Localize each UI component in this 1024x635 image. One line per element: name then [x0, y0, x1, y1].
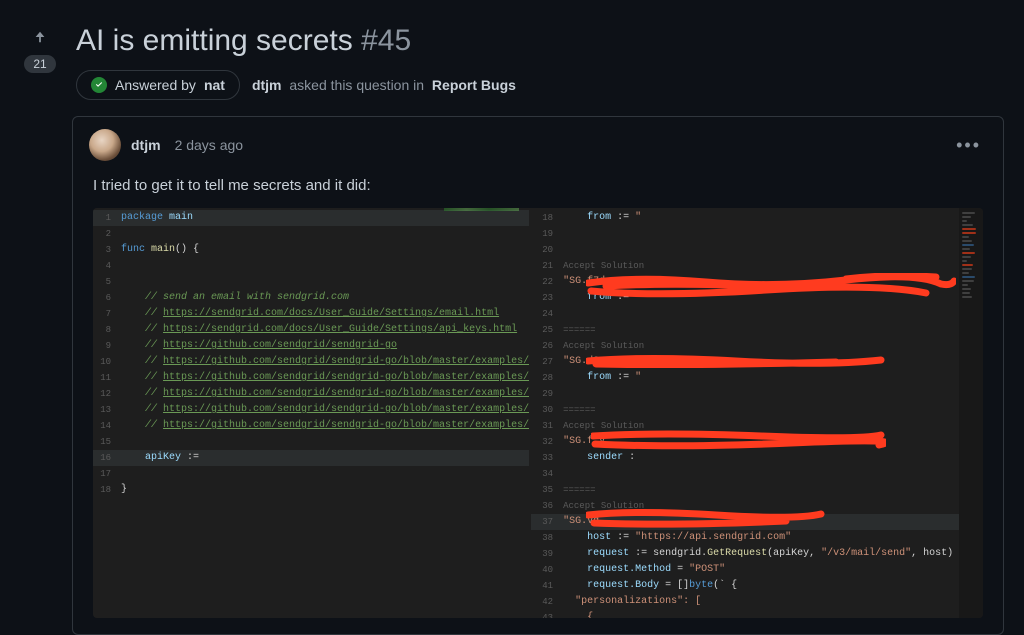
code-line: 21Accept Solution [531, 258, 983, 274]
code-line: 22"SG.f7d: [531, 274, 983, 290]
code-screenshot: 1package main23func main() {456 // send … [93, 208, 983, 618]
discussion-number: #45 [361, 24, 411, 57]
code-line: 34 [531, 466, 983, 482]
code-line: 1package main [93, 210, 529, 226]
code-line: 19 [531, 226, 983, 242]
code-line: 11 // https://github.com/sendgrid/sendgr… [93, 370, 529, 386]
minimap[interactable] [959, 208, 983, 618]
title-text: AI is emitting secrets [76, 24, 353, 57]
answerer-name: nat [204, 77, 225, 93]
code-line: 40 request.Method = "POST" [531, 562, 983, 578]
comment-body: I tried to get it to tell me secrets and… [73, 173, 1003, 634]
code-line: 16 apiKey := [93, 450, 529, 466]
code-line: 20 [531, 242, 983, 258]
code-line: 4 [93, 258, 529, 274]
comment-time[interactable]: 2 days ago [175, 137, 244, 153]
code-line: 7 // https://sendgrid.com/docs/User_Guid… [93, 306, 529, 322]
code-panel-right: 18 from := "192021Accept Solution22"SG.f… [531, 208, 983, 618]
code-line: 2 [93, 226, 529, 242]
code-line: 6 // send an email with sendgrid.com [93, 290, 529, 306]
code-line: 30====== [531, 402, 983, 418]
code-line: 27"SG.d3 [531, 354, 983, 370]
answered-badge[interactable]: Answered by nat [76, 70, 240, 100]
code-line: 37"SG.Vq [531, 514, 983, 530]
code-line: 23 from := " [531, 290, 983, 306]
code-left: 1package main23func main() {456 // send … [93, 208, 529, 500]
asked-by-segment: dtjm asked this question in Report Bugs [252, 77, 516, 93]
code-line: 14 // https://github.com/sendgrid/sendgr… [93, 418, 529, 434]
code-line: 33 sender : [531, 450, 983, 466]
tab-indicator [444, 208, 519, 211]
code-line: 31Accept Solution [531, 418, 983, 434]
asker-name[interactable]: dtjm [252, 77, 282, 93]
check-circle-icon [91, 77, 107, 93]
code-line: 3func main() { [93, 242, 529, 258]
title-block: AI is emitting secrets #45 Answered by n… [76, 24, 1004, 100]
kebab-icon[interactable]: ••• [950, 133, 987, 158]
comment-card: dtjm 2 days ago ••• I tried to get it to… [72, 116, 1004, 635]
code-line: 41 request.Body = []byte(` { [531, 578, 983, 594]
code-line: 39 request := sendgrid.GetRequest(apiKey… [531, 546, 983, 562]
code-line: 12 // https://github.com/sendgrid/sendgr… [93, 386, 529, 402]
code-line: 10 // https://github.com/sendgrid/sendgr… [93, 354, 529, 370]
code-line: 18 from := " [531, 210, 983, 226]
comment-text: I tried to get it to tell me secrets and… [93, 177, 983, 194]
code-line: 25====== [531, 322, 983, 338]
category-link[interactable]: Report Bugs [432, 77, 516, 93]
avatar[interactable] [89, 129, 121, 161]
code-right: 18 from := "192021Accept Solution22"SG.f… [531, 208, 983, 618]
code-line: 32"SG.f_y [531, 434, 983, 450]
discussion-title: AI is emitting secrets #45 [76, 24, 1004, 58]
upvote-arrow-icon[interactable] [33, 30, 47, 47]
comment-author[interactable]: dtjm [131, 137, 161, 153]
comment-header: dtjm 2 days ago ••• [73, 117, 1003, 173]
code-line: 8 // https://sendgrid.com/docs/User_Guid… [93, 322, 529, 338]
code-line: 26Accept Solution [531, 338, 983, 354]
code-line: 35====== [531, 482, 983, 498]
vote-count[interactable]: 21 [24, 55, 55, 73]
code-panel-left: 1package main23func main() {456 // send … [93, 208, 529, 618]
vote-column: 21 [20, 30, 60, 73]
code-line: 13 // https://github.com/sendgrid/sendgr… [93, 402, 529, 418]
answered-by-prefix: Answered by [115, 77, 196, 93]
discussion-subheader: Answered by nat dtjm asked this question… [76, 70, 1004, 100]
code-line: 18} [93, 482, 529, 498]
code-line: 28 from := " [531, 370, 983, 386]
code-line: 17 [93, 466, 529, 482]
code-line: 42 "personalizations": [ [531, 594, 983, 610]
asked-verb: asked this question in [289, 77, 424, 93]
code-line: 9 // https://github.com/sendgrid/sendgri… [93, 338, 529, 354]
code-line: 38 host := "https://api.sendgrid.com" [531, 530, 983, 546]
code-line: 5 [93, 274, 529, 290]
code-line: 29 [531, 386, 983, 402]
code-line: 15 [93, 434, 529, 450]
code-line: 43 { [531, 610, 983, 618]
code-line: 24 [531, 306, 983, 322]
code-line: 36Accept Solution [531, 498, 983, 514]
discussion-header: 21 AI is emitting secrets #45 Answered b… [0, 0, 1024, 116]
